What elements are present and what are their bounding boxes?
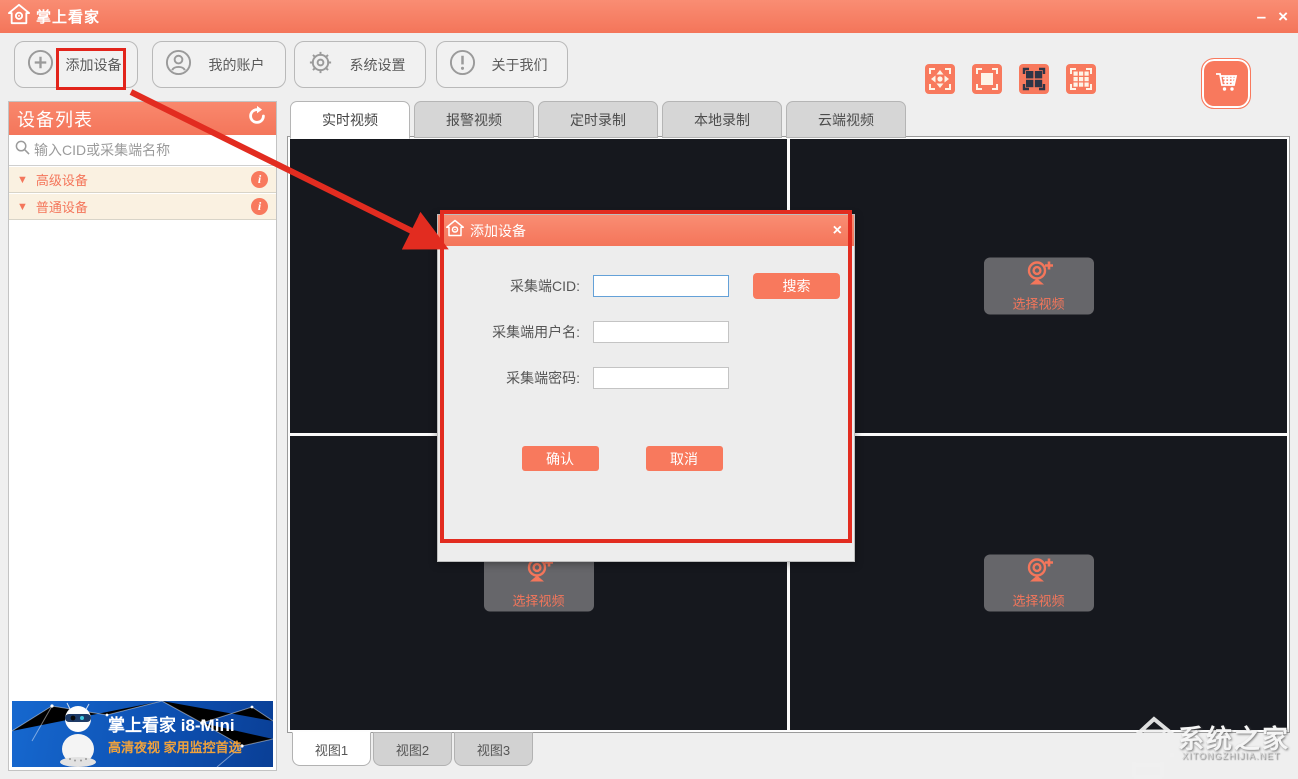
cid-label: 采集端CID: [438, 276, 580, 296]
tab-local-recording[interactable]: 本地录制 [662, 101, 782, 138]
search-icon [15, 140, 30, 160]
title-bar: 掌上看家 – × [0, 0, 1298, 33]
cid-field-row: 采集端CID: 搜索 [438, 274, 854, 298]
gear-icon [307, 49, 334, 81]
view-tab-label: 视图3 [477, 740, 510, 759]
username-field-row: 采集端用户名: [438, 320, 854, 344]
view-layout-controls [925, 64, 1096, 94]
tab-alarm-video[interactable]: 报警视频 [414, 101, 534, 138]
system-settings-label: 系统设置 [340, 55, 420, 75]
ad-title: 掌上看家 i8-Mini [108, 711, 235, 736]
close-button[interactable]: × [1278, 8, 1288, 25]
search-input[interactable] [34, 142, 270, 158]
tab-label: 云端视频 [818, 110, 874, 130]
refresh-icon[interactable] [246, 105, 268, 132]
add-device-button[interactable]: 添加设备 [14, 41, 138, 88]
cancel-button[interactable]: 取消 [646, 446, 723, 471]
plus-circle-icon [27, 49, 54, 81]
dialog-close-icon[interactable]: × [829, 222, 846, 240]
password-label: 采集端密码: [438, 368, 580, 388]
device-list-title: 设备列表 [17, 106, 246, 132]
about-us-button[interactable]: 关于我们 [436, 41, 568, 88]
about-us-label: 关于我们 [482, 55, 562, 75]
view-tab-1[interactable]: 视图1 [292, 732, 371, 766]
sidebar-group-advanced-devices[interactable]: ▼ 高级设备 i [9, 166, 276, 193]
password-field-row: 采集端密码: [438, 366, 854, 390]
webcam-plus-icon [1022, 260, 1056, 291]
confirm-button[interactable]: 确认 [522, 446, 599, 471]
dialog-header[interactable]: 添加设备 × [438, 215, 854, 246]
view-tab-3[interactable]: 视图3 [454, 732, 533, 766]
add-device-dialog: 添加设备 × 采集端CID: 搜索 采集端用户名: 采集端密码: 确认 取消 [437, 214, 855, 562]
my-account-label: 我的账户 [199, 55, 279, 75]
tab-cloud-video[interactable]: 云端视频 [786, 101, 906, 138]
username-input[interactable] [593, 321, 729, 343]
chevron-down-icon: ▼ [17, 174, 28, 186]
video-cell-top-right[interactable]: 选择视频 [790, 139, 1287, 433]
ad-banner[interactable]: 掌上看家 i8-Mini 高清夜视 家用监控首选 [12, 701, 273, 767]
select-video-button[interactable]: 选择视频 [484, 555, 594, 612]
tab-label: 本地录制 [694, 110, 750, 130]
grid-3x3-layout-icon[interactable] [1066, 64, 1096, 94]
tab-label: 定时录制 [570, 110, 626, 130]
group-label: 普通设备 [36, 197, 251, 216]
group-label: 高级设备 [36, 170, 251, 189]
sidebar-group-normal-devices[interactable]: ▼ 普通设备 i [9, 193, 276, 220]
select-video-button[interactable]: 选择视频 [984, 555, 1094, 612]
search-button[interactable]: 搜索 [753, 273, 840, 299]
dialog-title: 添加设备 [470, 221, 829, 241]
user-icon [165, 49, 192, 81]
dialog-home-icon [446, 219, 464, 242]
info-icon[interactable]: i [251, 171, 268, 188]
tab-live-video[interactable]: 实时视频 [290, 101, 410, 139]
select-video-label: 选择视频 [1012, 294, 1064, 313]
single-view-layout-icon[interactable] [972, 64, 1002, 94]
add-device-label: 添加设备 [56, 55, 136, 75]
view-tab-label: 视图2 [396, 740, 429, 759]
tab-label: 报警视频 [446, 110, 502, 130]
grid-2x2-layout-icon[interactable] [1019, 64, 1049, 94]
system-settings-button[interactable]: 系统设置 [294, 41, 426, 88]
view-tab-2[interactable]: 视图2 [373, 732, 452, 766]
device-sidebar: 设备列表 ▼ 高级设备 i ▼ 普通设备 i [8, 101, 277, 771]
view-tab-label: 视图1 [315, 740, 348, 759]
select-video-button[interactable]: 选择视频 [984, 258, 1094, 315]
cid-input[interactable] [593, 275, 729, 297]
fullscreen-layout-icon[interactable] [925, 64, 955, 94]
dialog-actions: 确认 取消 [438, 446, 854, 471]
password-input[interactable] [593, 367, 729, 389]
webcam-plus-icon [1022, 557, 1056, 588]
tab-scheduled-recording[interactable]: 定时录制 [538, 101, 658, 138]
ad-subtitle: 高清夜视 家用监控首选 [108, 737, 242, 756]
minimize-button[interactable]: – [1257, 8, 1266, 25]
app-home-icon [8, 3, 30, 30]
select-video-label: 选择视频 [512, 591, 564, 610]
device-list-header: 设备列表 [9, 102, 276, 135]
chevron-down-icon: ▼ [17, 201, 28, 213]
shop-cart-button[interactable] [1201, 58, 1251, 109]
exclamation-icon [449, 49, 476, 81]
select-video-label: 选择视频 [1012, 591, 1064, 610]
shopping-cart-icon [1211, 66, 1241, 101]
video-cell-bottom-right[interactable]: 选择视频 [790, 436, 1287, 730]
app-title: 掌上看家 [36, 6, 100, 27]
tab-label: 实时视频 [322, 110, 378, 130]
info-icon[interactable]: i [251, 198, 268, 215]
dialog-body: 采集端CID: 搜索 采集端用户名: 采集端密码: 确认 取消 [438, 246, 854, 471]
my-account-button[interactable]: 我的账户 [152, 41, 286, 88]
username-label: 采集端用户名: [438, 322, 580, 342]
device-search-box [9, 135, 276, 166]
watermark-url: XITONGZHIJIA.NET [1182, 751, 1280, 761]
